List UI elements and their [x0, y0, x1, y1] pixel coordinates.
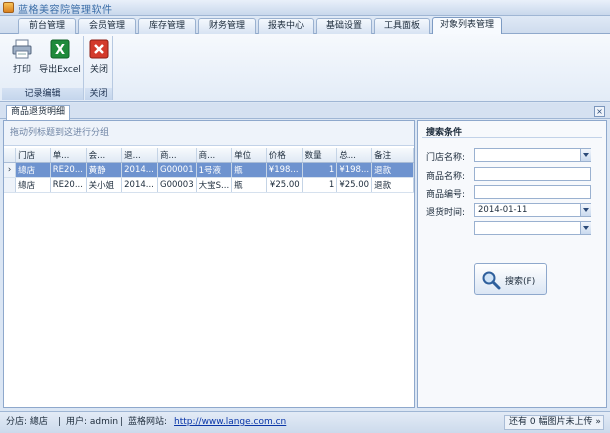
- table-cell: G00001: [157, 162, 197, 178]
- product-name-label: 商品名称:: [426, 172, 466, 182]
- tab-settings[interactable]: 基础设置: [316, 18, 372, 34]
- table-cell: G00003: [157, 177, 197, 193]
- close-label: 关闭: [89, 65, 108, 75]
- column-header-unit[interactable]: 单位: [231, 148, 267, 163]
- column-header-store[interactable]: 门店: [15, 148, 51, 163]
- tab-tools[interactable]: 工具面板: [374, 18, 430, 34]
- table-cell: 大宝S...: [196, 177, 233, 193]
- table-cell: 1号液: [196, 162, 233, 178]
- tab-reports[interactable]: 报表中心: [258, 18, 314, 34]
- table-cell: 1: [302, 177, 338, 193]
- product-code-input[interactable]: [474, 185, 591, 199]
- upload-status[interactable]: 还有 0 幅图片未上传 »: [504, 415, 604, 430]
- returns-table: 门店 单... 会... 退... 商... 商... 单位 价格 数量 总..…: [4, 148, 414, 193]
- tab-inventory[interactable]: 库存管理: [138, 18, 196, 34]
- table-cell: 退款: [371, 162, 414, 178]
- date-to-dropdown-icon[interactable]: [580, 222, 591, 234]
- table-cell: 總店: [15, 177, 51, 193]
- printer-icon: [12, 39, 32, 59]
- table-cell: ¥25.00: [266, 177, 303, 193]
- table-cell: RE20...: [50, 177, 87, 193]
- magnifier-icon: [482, 271, 501, 290]
- status-bar: 分店: 總店 | 用户: admin | 蓝格网站: http://www.la…: [0, 411, 610, 433]
- tab-front-desk[interactable]: 前台管理: [18, 18, 76, 34]
- column-header-product-code[interactable]: 商...: [157, 148, 197, 163]
- table-cell: 退款: [371, 177, 414, 193]
- row-indicator-icon: ›: [4, 162, 17, 178]
- table-row[interactable]: 總店 RE20... 关小姐 2014... G00003 大宝S... 瓶 ¥…: [4, 177, 414, 193]
- status-site-link[interactable]: http://www.lange.com.cn: [174, 412, 286, 432]
- search-panel: 搜索条件 门店名称: 商品名称: 商品编号: 退货时间: 2014-01-11 …: [417, 120, 607, 408]
- return-time-label: 退货时间:: [426, 208, 466, 218]
- search-button[interactable]: 搜索(F): [474, 263, 547, 295]
- document-tab-strip: 商品退货明细 ×: [0, 103, 610, 120]
- status-separator: |: [120, 417, 124, 427]
- column-header-remark[interactable]: 备注: [371, 148, 414, 163]
- document-tab-product-returns[interactable]: 商品退货明细: [6, 105, 70, 120]
- row-indicator-header: [4, 148, 17, 163]
- column-header-price[interactable]: 价格: [266, 148, 303, 163]
- table-row[interactable]: › 總店 RE20... 黄静 2014... G00001 1号液 瓶 ¥19…: [4, 162, 414, 178]
- ribbon-group-edit: 打印 X 导出Excel 记录编辑: [2, 36, 84, 100]
- upload-status-text: 还有 0 幅图片未上传: [509, 417, 593, 427]
- column-header-return-time[interactable]: 退...: [121, 148, 158, 163]
- export-excel-label: 导出Excel: [39, 65, 81, 75]
- tab-members[interactable]: 会员管理: [78, 18, 136, 34]
- table-header-row: 门店 单... 会... 退... 商... 商... 单位 价格 数量 总..…: [4, 148, 414, 163]
- table-cell: 1: [302, 162, 338, 178]
- table-cell: ¥198...: [336, 162, 373, 178]
- store-select[interactable]: [474, 148, 591, 162]
- column-header-product-name[interactable]: 商...: [196, 148, 233, 163]
- status-separator: |: [58, 417, 62, 427]
- title-bar: 蓝格美容院管理软件: [0, 0, 610, 16]
- table-cell: 總店: [15, 162, 51, 178]
- tab-finance[interactable]: 财务管理: [198, 18, 256, 34]
- table-cell: ¥25.00: [336, 177, 373, 193]
- search-button-label: 搜索(F): [505, 277, 536, 287]
- status-site-label: 蓝格网站:: [128, 417, 168, 427]
- ribbon: 打印 X 导出Excel 记录编辑 关闭 关闭: [0, 34, 610, 102]
- status-store: 分店: 總店: [6, 417, 48, 427]
- product-name-input[interactable]: [474, 167, 591, 181]
- table-cell: ¥198...: [266, 162, 303, 178]
- store-dropdown-icon[interactable]: [580, 149, 591, 161]
- search-title-divider: [422, 137, 602, 138]
- table-cell: RE20...: [50, 162, 87, 178]
- ribbon-group-edit-caption: 记录编辑: [2, 88, 83, 100]
- column-header-member[interactable]: 会...: [86, 148, 123, 163]
- print-button[interactable]: 打印: [6, 36, 38, 84]
- close-button[interactable]: 关闭: [83, 36, 115, 84]
- close-red-icon: [89, 39, 109, 59]
- column-header-quantity[interactable]: 数量: [302, 148, 338, 163]
- date-from-picker[interactable]: 2014-01-11: [474, 203, 591, 217]
- row-indicator-icon: [4, 177, 17, 193]
- table-cell: 瓶: [231, 162, 267, 178]
- table-cell: 2014...: [121, 162, 158, 178]
- date-from-dropdown-icon[interactable]: [580, 204, 591, 216]
- status-user: 用户: admin: [66, 417, 119, 427]
- main-tab-strip: 前台管理 会员管理 库存管理 财务管理 报表中心 基础设置 工具面板 对象列表管…: [0, 16, 610, 35]
- table-cell: 关小姐: [86, 177, 123, 193]
- ribbon-group-close-caption: 关闭: [85, 88, 112, 100]
- export-excel-button[interactable]: X 导出Excel: [39, 36, 81, 84]
- app-icon: [3, 2, 14, 13]
- svg-text:X: X: [55, 43, 65, 58]
- table-cell: 瓶: [231, 177, 267, 193]
- window-title: 蓝格美容院管理软件: [18, 5, 113, 16]
- table-cell: 黄静: [86, 162, 123, 178]
- column-header-order-no[interactable]: 单...: [50, 148, 87, 163]
- product-code-label: 商品编号:: [426, 190, 466, 200]
- column-header-total[interactable]: 总...: [336, 148, 373, 163]
- table-cell: 2014...: [121, 177, 158, 193]
- results-grid-panel: 拖动列标题到这进行分组 门店 单... 会... 退... 商... 商... …: [3, 120, 415, 408]
- store-label: 门店名称:: [426, 153, 466, 163]
- excel-icon: X: [50, 39, 70, 59]
- upload-expand-icon: »: [595, 417, 601, 427]
- tab-object-list[interactable]: 对象列表管理: [432, 17, 502, 35]
- group-by-hint: 拖动列标题到这进行分组: [4, 121, 414, 146]
- ribbon-group-close: 关闭 关闭: [85, 36, 113, 100]
- document-close-icon[interactable]: ×: [594, 106, 605, 117]
- date-to-picker[interactable]: [474, 221, 591, 235]
